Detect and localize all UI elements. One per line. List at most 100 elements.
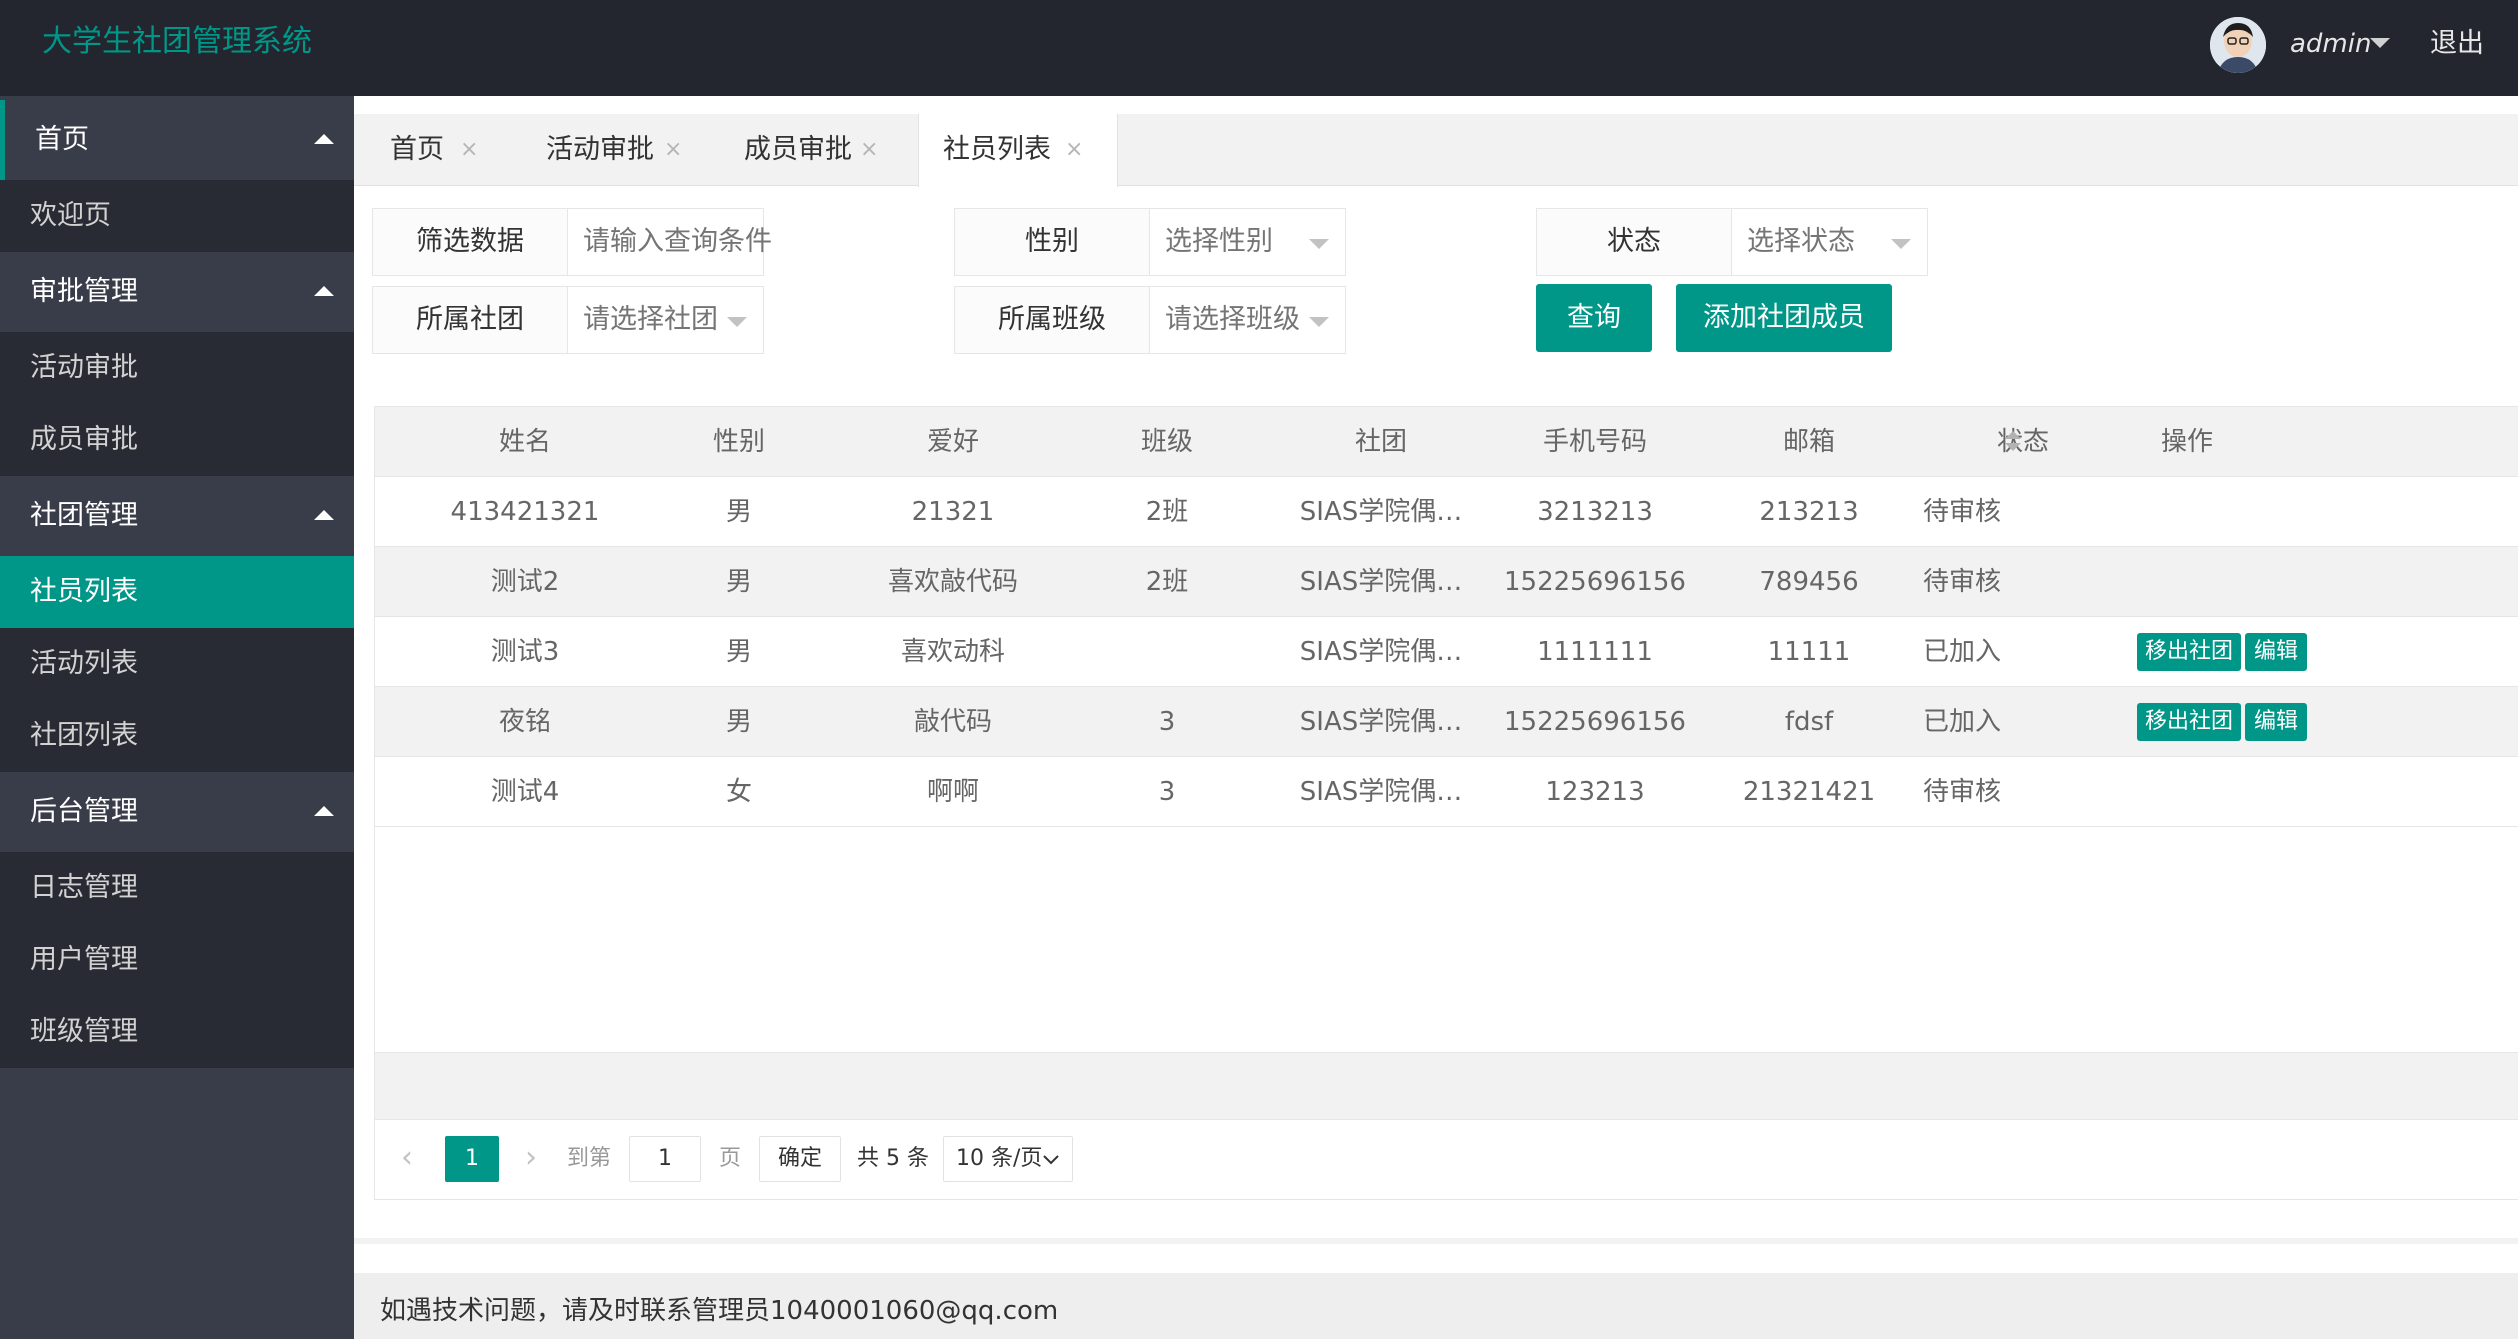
column-header-hobby: 爱好 [926,427,979,457]
cell-class: 2班 [1145,497,1189,527]
sidebar-item-member-list[interactable]: 社员列表 [0,556,354,628]
chevron-up-icon [314,806,334,816]
sidebar-item-member-approval[interactable]: 成员审批 [0,404,354,476]
tab-label: 首页 [390,134,444,165]
sidebar-item-log[interactable]: 日志管理 [0,852,354,924]
app-logo[interactable]: 大学生社团管理系统 [42,22,312,62]
table-row: 测试2 男 喜欢敲代码 2班 SIAS学院偶… 15225696156 7894… [375,547,2518,617]
tab-home[interactable]: 首页 × [354,114,504,186]
cell-phone: 15225696156 [1504,567,1686,597]
tab-bar: 首页 × 活动审批 × 成员审批 × 社员列表 × [354,114,2518,187]
sidebar-group-club[interactable]: 社团管理 [0,476,354,556]
column-header-actions: 操作 [2160,427,2213,457]
column-header-phone: 手机号码 [1542,427,1647,457]
sidebar-group-home[interactable]: 首页 [0,100,354,180]
sort-asc-icon[interactable] [2005,431,2021,439]
cell-gender: 男 [725,707,752,737]
column-header-gender: 性别 [712,427,765,457]
cell-gender: 男 [725,497,752,527]
sidebar: 首页 欢迎页 审批管理 活动审批 成员审批 社团管理 社员列表 活动列表 社团列… [0,96,354,1339]
sort-desc-icon[interactable] [2005,443,2021,451]
page-size-select[interactable]: 10 条/页 [943,1136,1073,1182]
cell-hobby: 喜欢动科 [900,637,1005,667]
cell-club: SIAS学院偶… [1299,707,1463,737]
prev-page-icon[interactable]: ‹ [401,1140,413,1176]
cell-hobby: 21321 [911,497,995,527]
user-menu[interactable]: admin [2290,26,2371,62]
sidebar-item-users[interactable]: 用户管理 [0,924,354,996]
cell-name: 413421321 [450,497,600,527]
cell-email: 11111 [1767,637,1851,667]
page-footer: 如遇技术问题，请及时联系管理员1040001060@qq.com [354,1273,2518,1339]
sidebar-item-activity-list[interactable]: 活动列表 [0,628,354,700]
gender-filter-label: 性别 [955,209,1150,275]
sidebar-item-label: 用户管理 [30,944,138,975]
tab-member-list[interactable]: 社员列表 × [918,114,1118,187]
goto-page-input[interactable]: 1 [629,1136,701,1182]
sidebar-item-club-list[interactable]: 社团列表 [0,700,354,772]
class-filter: 所属班级 [954,286,1465,354]
footer-text: 如遇技术问题，请及时联系管理员1040001060@qq.com [380,1296,1059,1326]
column-header-name: 姓名 [498,427,551,457]
sidebar-item-activity-approval[interactable]: 活动审批 [0,332,354,404]
cell-status: 待审核 [1923,497,2002,527]
logout-link[interactable]: 退出 [2430,26,2484,62]
cell-name: 测试4 [490,777,560,807]
chevron-down-icon [1043,1155,1059,1165]
goto-confirm-button[interactable]: 确定 [759,1136,841,1182]
sidebar-group-approval[interactable]: 审批管理 [0,252,354,332]
chevron-down-icon[interactable] [727,317,747,327]
cell-club: SIAS学院偶… [1299,567,1463,597]
user-avatar[interactable] [2210,17,2266,73]
club-filter-label: 所属社团 [373,287,568,353]
cell-class: 3 [1158,777,1176,807]
club-filter: 所属社团 [372,286,883,354]
chevron-down-icon[interactable] [1891,239,1911,249]
sidebar-group-label: 社团管理 [30,500,138,531]
edit-button[interactable]: 编辑 [2245,633,2307,671]
page-number-current[interactable]: 1 [445,1136,499,1182]
close-icon[interactable]: × [1065,136,1083,164]
cell-club: SIAS学院偶… [1299,777,1463,807]
table-row: 测试3 男 喜欢动科 SIAS学院偶… 1111111 11111 已加入 移出… [375,617,2518,687]
table-row: 413421321 男 21321 2班 SIAS学院偶… 3213213 21… [375,477,2518,547]
chevron-up-icon [314,510,334,520]
sidebar-item-welcome[interactable]: 欢迎页 [0,180,354,252]
cell-club: SIAS学院偶… [1299,637,1463,667]
total-count: 共 5 条 [857,1146,929,1171]
cell-club: SIAS学院偶… [1299,497,1463,527]
sidebar-item-label: 欢迎页 [30,200,111,231]
sidebar-group-admin[interactable]: 后台管理 [0,772,354,852]
remove-from-club-button[interactable]: 移出社团 [2137,703,2241,741]
add-member-button[interactable]: 添加社团成员 [1676,284,1892,352]
goto-label: 到第 [567,1146,612,1171]
page-size-value: 10 条/页 [956,1146,1043,1171]
member-table: 姓名 性别 爱好 班级 社团 手机号码 邮箱 状态 操作 413421321 男… [374,406,2518,1200]
chevron-down-icon[interactable] [1309,317,1329,327]
tab-member-approval[interactable]: 成员审批 × [700,114,896,186]
cell-status: 已加入 [1923,707,2002,737]
close-icon[interactable]: × [860,136,878,164]
close-icon[interactable]: × [460,136,478,164]
chevron-up-icon [314,286,334,296]
gender-filter: 性别 [954,208,1465,276]
tab-label: 活动审批 [546,134,654,165]
chevron-down-icon[interactable] [1309,239,1329,249]
sidebar-item-label: 活动审批 [30,352,138,383]
query-button[interactable]: 查询 [1536,284,1652,352]
tab-activity-approval[interactable]: 活动审批 × [504,114,700,186]
cell-name: 测试2 [490,567,560,597]
pagination: ‹ 1 › 到第 1 页 确定 共 5 条 10 条/页 [375,1120,2518,1200]
keyword-input[interactable] [583,224,883,260]
next-page-icon[interactable]: › [525,1140,537,1176]
close-icon[interactable]: × [664,136,682,164]
chevron-down-icon[interactable] [2370,38,2390,48]
column-header-status[interactable]: 状态 [1923,424,2123,460]
top-header: 大学生社团管理系统 admin 退出 [0,0,2518,96]
edit-button[interactable]: 编辑 [2245,703,2307,741]
cell-gender: 男 [725,637,752,667]
status-filter: 状态 [1536,208,2047,276]
cell-name: 夜铭 [498,707,551,737]
remove-from-club-button[interactable]: 移出社团 [2137,633,2241,671]
sidebar-item-classes[interactable]: 班级管理 [0,996,354,1068]
